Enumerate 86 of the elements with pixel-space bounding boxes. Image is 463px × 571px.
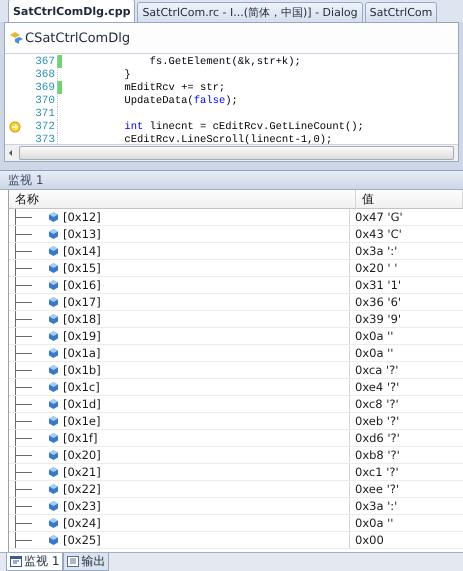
cube-icon [49, 348, 58, 358]
variable-name: [0x1b] [63, 363, 101, 377]
class-icon [9, 31, 25, 45]
line-number: 369 [34, 82, 56, 94]
cube-icon [49, 518, 58, 528]
variable-value: 0x0a '' [354, 345, 394, 361]
editor-tab[interactable]: SatCtrlCom [364, 2, 438, 22]
code-line: UpdateData(false); [123, 94, 238, 106]
panel-tab[interactable]: 输出 [63, 553, 110, 571]
cube-icon [49, 382, 58, 392]
cube-icon [49, 399, 58, 409]
variable-value: 0x36 '6' [354, 294, 402, 310]
cube-icon [49, 416, 58, 426]
variable-value: 0x0a '' [354, 515, 394, 531]
horizontal-scrollbar[interactable] [5, 144, 458, 161]
line-number: 371 [34, 108, 56, 120]
cube-icon [49, 484, 58, 494]
code-line: } [123, 68, 131, 80]
line-number: 368 [34, 68, 56, 80]
code-line: cEditRcv.LineScroll(linecnt-1,0); [123, 134, 332, 144]
variable-name: [0x22] [63, 482, 101, 496]
cube-icon [49, 535, 58, 545]
variable-name: [0x18] [63, 312, 101, 326]
variable-name: [0x15] [63, 261, 101, 275]
cube-icon [49, 501, 58, 511]
variable-name: [0x21] [63, 465, 101, 479]
variable-value: 0xc1 '?' [354, 464, 399, 480]
line-number: 367 [34, 56, 56, 68]
variable-name: [0x19] [63, 329, 101, 343]
line-number: 370 [34, 94, 56, 106]
variable-name: [0x24] [63, 516, 101, 530]
variable-value: 0x43 'C' [354, 226, 402, 242]
cube-icon [49, 365, 58, 375]
variable-name: [0x23] [63, 499, 101, 513]
cube-icon [49, 433, 58, 443]
panel-title: 监视 1 [0, 171, 463, 190]
cube-icon [49, 314, 58, 324]
variable-value: 0xeb '?' [354, 413, 400, 429]
line-number: 372 [34, 120, 56, 132]
panel-tab[interactable]: 监视 1 [6, 553, 64, 571]
variable-name: [0x25] [63, 533, 101, 547]
variable-value: 0x00 [354, 532, 384, 548]
cube-icon [49, 450, 58, 460]
cube-icon [49, 297, 58, 307]
variable-name: [0x17] [63, 295, 101, 309]
class-selector[interactable]: CSatCtrlComDlg [25, 30, 130, 46]
variable-value: 0xb8 '?' [354, 447, 400, 463]
variable-value: 0x20 ' ' [354, 260, 398, 276]
code-line: mEditRcv += str; [123, 82, 226, 94]
cube-icon [49, 467, 58, 477]
variable-name: [0x16] [63, 278, 101, 292]
variable-value: 0x3a ':' [354, 498, 398, 514]
variable-value: 0x0a '' [354, 328, 394, 344]
variable-value: 0xc8 '?' [354, 396, 399, 412]
cube-icon [49, 246, 58, 256]
column-header[interactable]: 名称 [9, 190, 356, 208]
variable-value: 0xee '?' [354, 481, 400, 497]
variable-value: 0xca '?' [354, 362, 398, 378]
variable-value: 0x3a ':' [354, 243, 398, 259]
output-window-icon [67, 556, 80, 567]
editor-tab[interactable]: SatCtrlComDlg.cpp [8, 0, 136, 22]
variable-value: 0x39 '9' [354, 311, 402, 327]
cube-icon [49, 263, 58, 273]
variable-name: [0x1c] [63, 380, 100, 394]
variable-value: 0x31 '1' [354, 277, 402, 293]
cube-icon [49, 331, 58, 341]
variable-name: [0x1a] [63, 346, 100, 360]
cube-icon [49, 229, 58, 239]
column-header[interactable]: 值 [356, 190, 463, 208]
variable-name: [0x1d] [63, 397, 101, 411]
variable-value: 0xd6 '?' [354, 430, 400, 446]
variable-name: [0x13] [63, 227, 101, 241]
variable-name: [0x1f] [63, 431, 98, 445]
watch-window-icon [10, 556, 22, 567]
variable-value: 0x47 'G' [354, 209, 403, 225]
variable-value: 0xe4 '?' [354, 379, 400, 395]
variable-name: [0x12] [63, 210, 101, 224]
line-number: 373 [34, 134, 56, 144]
variable-name: [0x1e] [63, 414, 100, 428]
cube-icon [49, 212, 58, 222]
code-line: fs.GetElement(&k,str+k); [148, 56, 301, 68]
editor-tab[interactable]: SatCtrlCom.rc - I...(简体，中国)] - Dialog [137, 2, 363, 22]
variable-name: [0x14] [63, 244, 101, 258]
cube-icon [49, 280, 58, 290]
variable-name: [0x20] [63, 448, 101, 462]
code-line: int linecnt = cEditRcv.GetLineCount(); [123, 120, 364, 132]
